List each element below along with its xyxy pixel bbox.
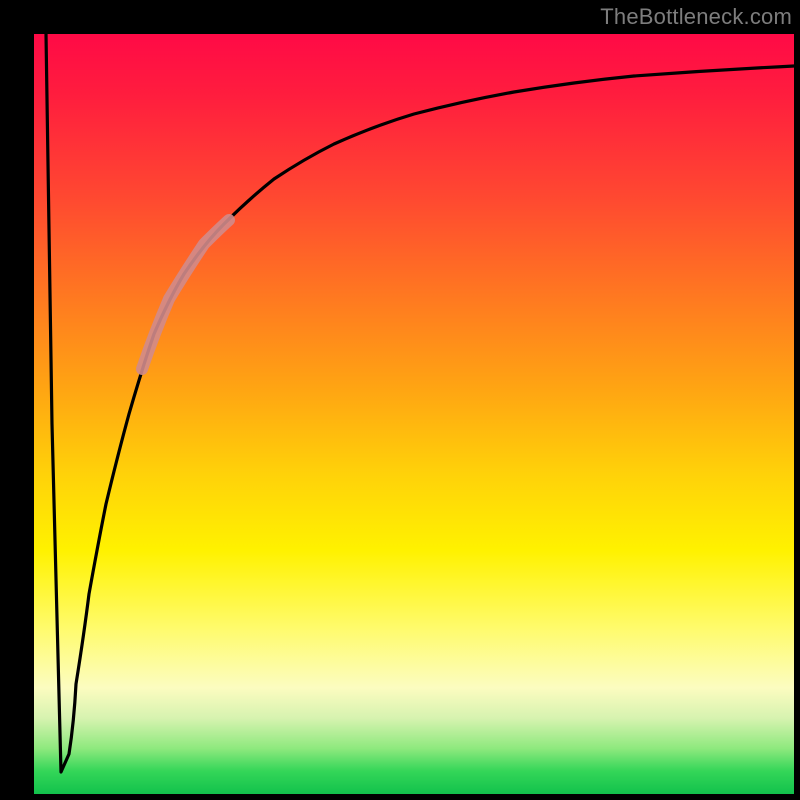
- highlight-segment: [142, 220, 229, 369]
- chart-stage: TheBottleneck.com: [0, 0, 800, 800]
- plot-area: [34, 34, 794, 794]
- curve-svg: [34, 34, 794, 794]
- watermark-text: TheBottleneck.com: [600, 4, 792, 30]
- bottleneck-curve: [46, 34, 794, 772]
